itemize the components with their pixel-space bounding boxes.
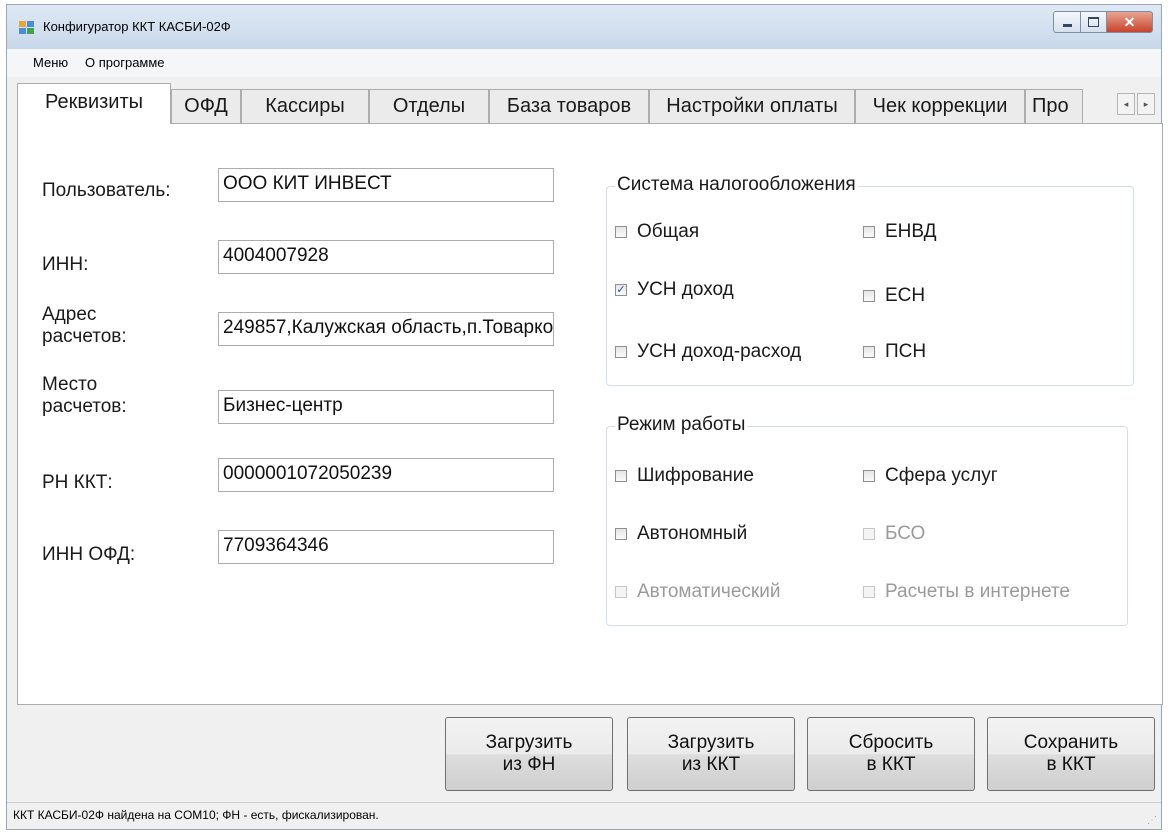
checkbox-icon bbox=[615, 470, 627, 482]
checkbox-icon bbox=[863, 290, 875, 302]
load-from-fn-button[interactable]: Загрузить из ФН bbox=[445, 717, 613, 791]
inn-label: ИНН: bbox=[42, 254, 89, 275]
resize-grip-icon[interactable]: ⋰ bbox=[1147, 815, 1157, 826]
autonomous-label: Автономный bbox=[637, 523, 748, 544]
tax-psn-label: ПСН bbox=[885, 341, 927, 362]
tab-scroll-right-button[interactable]: ▸ bbox=[1137, 93, 1155, 115]
menu-bar: Меню О программе bbox=[7, 49, 1161, 77]
app-icon bbox=[19, 21, 35, 35]
address-label: Адрес расчетов: bbox=[42, 304, 127, 348]
arrow-left-icon: ◂ bbox=[1123, 98, 1129, 109]
inn-ofd-label: ИНН ОФД: bbox=[42, 544, 136, 565]
encryption-checkbox[interactable]: Шифрование bbox=[615, 465, 754, 487]
window-title: Конфигуратор ККТ КАСБИ-02Ф bbox=[43, 19, 231, 34]
place-label: Место расчетов: bbox=[42, 374, 127, 418]
maximize-icon bbox=[1088, 17, 1099, 27]
load-from-kkt-line1: Загрузить bbox=[667, 732, 755, 753]
close-icon: ✕ bbox=[1123, 13, 1136, 30]
services-label: Сфера услуг bbox=[885, 465, 998, 486]
place-label-line1: Место bbox=[42, 374, 98, 395]
tab-payment-settings[interactable]: Настройки оплаты bbox=[649, 89, 855, 123]
internet-payments-checkbox: Расчеты в интернете bbox=[863, 581, 1070, 603]
close-button[interactable]: ✕ bbox=[1107, 11, 1153, 33]
rn-label: РН ККТ: bbox=[42, 472, 113, 493]
requisites-panel: Пользователь: ООО КИТ ИНВЕСТ ИНН: 400400… bbox=[17, 123, 1163, 705]
status-bar: ККТ КАСБИ-02Ф найдена на COM10; ФН - ест… bbox=[7, 802, 1161, 829]
tax-usn-income-expense-checkbox[interactable]: УСН доход-расход bbox=[615, 341, 801, 363]
checkbox-icon bbox=[863, 470, 875, 482]
encryption-label: Шифрование bbox=[637, 465, 754, 486]
tab-ofd[interactable]: ОФД bbox=[171, 89, 241, 123]
menu-item-about[interactable]: О программе bbox=[85, 55, 165, 70]
save-to-kkt-line2: в ККТ bbox=[1046, 754, 1096, 775]
bso-label: БСО bbox=[885, 523, 926, 544]
tax-psn-checkbox[interactable]: ПСН bbox=[863, 341, 926, 363]
load-from-kkt-line2: из ККТ bbox=[681, 754, 741, 775]
tax-usn-income-expense-label: УСН доход-расход bbox=[637, 341, 802, 362]
work-mode-group: Режим работы Шифрование Сфера услуг Авто… bbox=[606, 413, 1128, 626]
inn-ofd-input[interactable]: 7709364346 bbox=[218, 530, 554, 564]
tax-usn-income-checkbox[interactable]: ✓ УСН доход bbox=[615, 279, 734, 301]
status-text: ККТ КАСБИ-02Ф найдена на COM10; ФН - ест… bbox=[13, 808, 379, 822]
checkbox-icon bbox=[615, 528, 627, 540]
address-label-line1: Адрес bbox=[42, 304, 97, 325]
tab-scroll-left-button[interactable]: ◂ bbox=[1117, 93, 1135, 115]
automatic-label: Автоматический bbox=[637, 581, 781, 602]
tab-requisites[interactable]: Реквизиты bbox=[17, 83, 171, 124]
bso-checkbox: БСО bbox=[863, 523, 925, 545]
inn-input[interactable]: 4004007928 bbox=[218, 240, 554, 274]
checkbox-icon bbox=[863, 346, 875, 358]
automatic-checkbox: Автоматический bbox=[615, 581, 780, 603]
checkbox-icon bbox=[863, 586, 875, 598]
save-to-kkt-button[interactable]: Сохранить в ККТ bbox=[987, 717, 1155, 791]
tax-envd-checkbox[interactable]: ЕНВД bbox=[863, 221, 937, 243]
app-window: Конфигуратор ККТ КАСБИ-02Ф ✕ Меню О прог… bbox=[6, 4, 1163, 830]
checkmark-icon: ✓ bbox=[615, 284, 627, 296]
checkbox-icon bbox=[863, 528, 875, 540]
load-from-fn-line1: Загрузить bbox=[485, 732, 573, 753]
tax-usn-income-label: УСН доход bbox=[637, 279, 734, 300]
internet-payments-label: Расчеты в интернете bbox=[885, 581, 1070, 602]
tab-products[interactable]: База товаров bbox=[489, 89, 649, 123]
tab-more[interactable]: Про bbox=[1025, 89, 1083, 123]
maximize-button[interactable] bbox=[1081, 11, 1107, 33]
load-from-kkt-button[interactable]: Загрузить из ККТ bbox=[627, 717, 795, 791]
rn-input[interactable]: 0000001072050239 bbox=[218, 458, 554, 492]
reset-to-kkt-line1: Сбросить bbox=[848, 732, 934, 753]
place-input[interactable]: Бизнес-центр bbox=[218, 390, 554, 424]
autonomous-checkbox[interactable]: Автономный bbox=[615, 523, 747, 545]
minimize-button[interactable] bbox=[1053, 11, 1081, 33]
tax-general-checkbox[interactable]: Общая bbox=[615, 221, 699, 243]
services-checkbox[interactable]: Сфера услуг bbox=[863, 465, 998, 487]
user-label: Пользователь: bbox=[42, 180, 171, 201]
minimize-icon bbox=[1062, 23, 1072, 27]
tax-envd-label: ЕНВД bbox=[885, 221, 937, 242]
save-to-kkt-line1: Сохранить bbox=[1023, 732, 1119, 753]
arrow-right-icon: ▸ bbox=[1143, 98, 1149, 109]
checkbox-icon bbox=[615, 586, 627, 598]
title-bar: Конфигуратор ККТ КАСБИ-02Ф ✕ bbox=[7, 5, 1161, 50]
reset-to-kkt-line2: в ККТ bbox=[866, 754, 916, 775]
reset-to-kkt-button[interactable]: Сбросить в ККТ bbox=[807, 717, 975, 791]
menu-item-menu[interactable]: Меню bbox=[33, 55, 68, 70]
place-label-line2: расчетов: bbox=[42, 396, 127, 417]
checkbox-icon bbox=[615, 346, 627, 358]
checkbox-icon bbox=[615, 226, 627, 238]
tax-system-title: Система налогообложения bbox=[615, 173, 858, 197]
tax-esn-checkbox[interactable]: ЕСН bbox=[863, 285, 925, 307]
tax-esn-label: ЕСН bbox=[885, 285, 926, 306]
tax-general-label: Общая bbox=[637, 221, 700, 242]
tax-system-group: Система налогообложения Общая ЕНВД ✓ УСН … bbox=[606, 173, 1134, 386]
tab-cashiers[interactable]: Кассиры bbox=[241, 89, 369, 123]
load-from-fn-line2: из ФН bbox=[502, 754, 556, 775]
address-input[interactable]: 249857,Калужская область,п.Товарково bbox=[218, 312, 554, 346]
checkbox-icon bbox=[863, 226, 875, 238]
tab-correction-receipt[interactable]: Чек коррекции bbox=[855, 89, 1025, 123]
work-mode-title: Режим работы bbox=[615, 413, 748, 437]
tab-departments[interactable]: Отделы bbox=[369, 89, 489, 123]
user-input[interactable]: ООО КИТ ИНВЕСТ bbox=[218, 168, 554, 202]
address-label-line2: расчетов: bbox=[42, 326, 127, 347]
